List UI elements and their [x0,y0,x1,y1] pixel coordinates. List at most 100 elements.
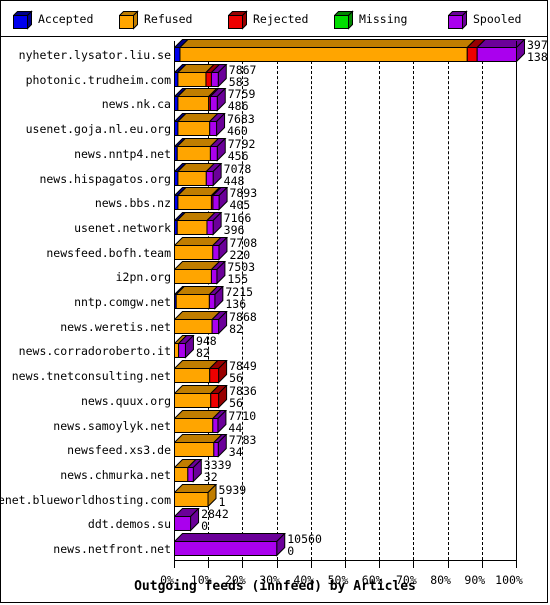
bar-value-spooled: 0 [287,544,295,558]
bar-value-spooled: 1 [218,494,226,509]
bar-row: 7849 56 [1,360,547,384]
legend-item-rejected: Rejected [228,1,308,37]
bar-value-total: 7792 [227,136,256,151]
bar-value-labels: 7867 583 [229,64,257,88]
bar-value-spooled: 155 [227,272,249,287]
bar-value-labels: 7078 448 [224,163,252,187]
axis-tick [345,560,346,568]
chart-title: Outgoing feeds (innfeed) by Articles [134,579,416,594]
bar-value-spooled: 136 [225,297,247,311]
legend-item-missing: Missing [334,1,407,37]
bar-row: 7166 396 [1,211,547,236]
bar-row: 7867 583 [1,63,547,88]
chart-legend: Accepted Refused Rejected Missing Spooled [1,1,547,37]
bar-value-labels: 7503 155 [227,261,255,285]
bar-value-spooled: 82 [229,321,243,336]
bar-value-labels: 7792 456 [228,138,256,162]
bar-row: 7893 405 [1,187,547,211]
bar-value-labels: 7849 56 [229,360,257,384]
axis-tick [276,560,278,568]
bar-value-spooled: 583 [228,74,250,89]
bar-value-labels: 7759 486 [228,88,256,112]
bar-value-total: 7836 [229,383,257,398]
bar-row: 397811386 [1,39,548,64]
value-axis-line [174,41,175,560]
bar-row: 2842 0 [1,508,547,532]
bar-row: 7759 486 [1,88,547,112]
bar-row: 948 82 [1,335,547,359]
axis-tick [413,560,415,568]
bar-value-labels: 397811386 [527,39,548,64]
bar-value-labels: 7783 34 [229,434,257,458]
axis-tick [174,560,175,568]
bar-row: 10560 0 [1,533,547,557]
bar-value-spooled: 34 [228,445,243,460]
bar-row: 7503 155 [1,261,547,285]
bar-value-labels: 3339 32 [204,459,232,483]
cube-icon [448,10,468,30]
bar-value-spooled: 32 [203,469,218,484]
legend-label: Spooled [473,12,522,26]
cube-icon [13,10,33,30]
bar-row: 7078 448 [1,162,547,187]
cube-icon [228,10,248,30]
bar-value-labels: 10560 0 [287,533,322,557]
axis-tick [242,560,244,568]
bar-row: 7683 460 [1,113,547,137]
bar-value-labels: 5939 1 [219,484,247,508]
bar-value-spooled: 460 [227,124,248,139]
axis-tick [447,560,449,568]
bar-value-labels: 2842 0 [201,508,229,532]
bar-value-spooled: 448 [223,173,245,188]
bar-row: 3339 32 [1,458,547,483]
bar-row: 7783 34 [1,434,547,458]
axis-tick [310,560,312,568]
bar-value-spooled: 405 [229,198,251,213]
bar-row: 5939 1 [1,483,547,508]
bar-row: 7836 56 [1,384,547,409]
bar-value-spooled: 0 [201,519,208,534]
axis-tick [481,560,483,568]
legend-label: Accepted [38,12,94,26]
bar-value-total: 7868 [229,309,257,324]
chart-window: Accepted Refused Rejected Missing Spooled ny… [0,0,548,603]
legend-item-refused: Refused [119,1,192,37]
legend-item-accepted: Accepted [13,1,93,37]
bar-row: 7868 82 [1,310,547,335]
legend-label: Refused [144,12,193,26]
axis-tick [379,560,381,568]
bar-value-spooled: 56 [229,371,243,386]
bar-row: 7708 220 [1,236,547,261]
bar-value-total: 7708 [229,235,258,250]
bar-value-labels: 948 82 [196,335,217,359]
bar-row: 7215 136 [1,286,547,310]
bar-value-labels: 7683 460 [227,113,255,137]
cube-icon [119,10,139,30]
bar-value-spooled: 44 [228,420,243,435]
bar-value-spooled: 1386 [527,50,548,64]
cube-icon [334,10,354,30]
plot-area: nyheter.lysator.liu.se photonic.trudheim.… [1,37,548,602]
bar-value-total: 5939 [218,482,247,497]
legend-item-spooled: Spooled [448,1,521,37]
bar-value-labels: 7836 56 [229,385,257,409]
bar-value-labels: 7893 405 [229,187,257,211]
bar-value-labels: 7166 396 [224,212,252,236]
bar-value-spooled: 82 [195,346,210,361]
bar-value-spooled: 486 [227,99,249,114]
bar-value-spooled: 220 [229,247,251,262]
bar-value-total: 7078 [223,161,252,176]
axis-tick [516,560,517,568]
bar-value-total: 7867 [228,62,257,77]
bar-value-labels: 7708 220 [229,237,257,261]
legend-label: Rejected [253,12,309,26]
bar-row: 7710 44 [1,409,547,434]
bar-value-spooled: 396 [223,222,245,237]
bar-value-labels: 7710 44 [228,410,256,434]
bar-value-total: 7710 [228,408,257,423]
bar-value-labels: 7215 136 [225,286,253,310]
bar-value-labels: 7868 82 [229,311,257,335]
legend-label: Missing [359,12,408,26]
bar-row: 7792 456 [1,137,547,162]
bar-value-spooled: 56 [229,395,243,410]
